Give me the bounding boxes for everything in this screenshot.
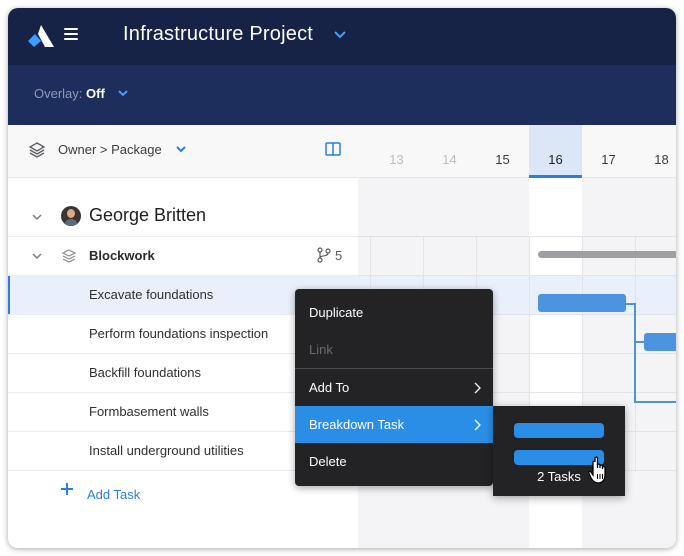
task-label: Backfill foundations	[89, 365, 202, 380]
task-bar[interactable]	[644, 333, 676, 351]
package-row[interactable]: Blockwork 5	[8, 236, 358, 276]
task-bar[interactable]	[538, 294, 626, 312]
grouping-label[interactable]: Owner > Package	[58, 142, 162, 157]
project-chevron-down-icon[interactable]	[333, 30, 347, 40]
package-layers-icon	[61, 249, 77, 263]
menu-item-breakdown-task[interactable]: Breakdown Task	[295, 406, 493, 443]
sub-toolbar: Overlay: Off	[8, 65, 676, 125]
package-name: Blockwork	[89, 248, 155, 263]
app-window: Infrastructure Project Overlay: Off Owne…	[8, 8, 676, 548]
chevron-right-icon	[474, 382, 481, 394]
menu-item-label: Breakdown Task	[309, 417, 405, 432]
menu-item-label: Add To	[309, 380, 350, 395]
avatar	[61, 206, 81, 226]
layers-icon	[28, 142, 46, 158]
overlay-value[interactable]: Off	[86, 86, 105, 101]
menu-item-duplicate[interactable]: Duplicate	[295, 294, 493, 331]
menu-item-link: Link	[295, 331, 493, 368]
task-label: Excavate foundations	[89, 287, 214, 302]
grouping-chevron-down-icon[interactable]	[175, 145, 187, 154]
hand-cursor-icon	[588, 456, 606, 484]
menu-item-label: Duplicate	[309, 305, 364, 320]
context-menu: Duplicate Link Add To Breakdown Task Del…	[295, 289, 493, 486]
overlay-chevron-down-icon[interactable]	[117, 89, 129, 98]
add-task-button[interactable]: Add Task	[87, 487, 140, 502]
menu-item-label: Link	[309, 342, 333, 357]
menu-item-label: Delete	[309, 454, 347, 469]
owner-name: George Britten	[89, 205, 207, 225]
menu-item-delete[interactable]: Delete	[295, 443, 493, 480]
chevron-right-icon	[474, 419, 481, 431]
task-label: Formbasement walls	[89, 404, 209, 419]
add-task-plus-icon[interactable]	[60, 482, 74, 496]
grouping-header: Owner > Package	[8, 125, 358, 178]
hamburger-menu-icon[interactable]	[64, 28, 78, 42]
project-title[interactable]: Infrastructure Project	[123, 23, 313, 46]
top-bar: Infrastructure Project	[8, 8, 676, 65]
app-logo-icon[interactable]	[28, 25, 54, 47]
split-view-icon[interactable]	[325, 142, 341, 156]
menu-item-add-to[interactable]: Add To	[295, 369, 493, 406]
owner-row[interactable]: George Britten	[8, 198, 358, 236]
branch-count: 5	[335, 248, 343, 263]
branch-icon	[317, 247, 331, 263]
task-label: Install underground utilities	[89, 443, 244, 458]
task-label: Perform foundations inspection	[89, 326, 269, 341]
breakdown-option-bar[interactable]	[514, 423, 604, 438]
collapse-chevron-icon[interactable]	[31, 252, 43, 260]
collapse-chevron-icon[interactable]	[31, 213, 43, 221]
overlay-label: Overlay:	[34, 86, 83, 101]
